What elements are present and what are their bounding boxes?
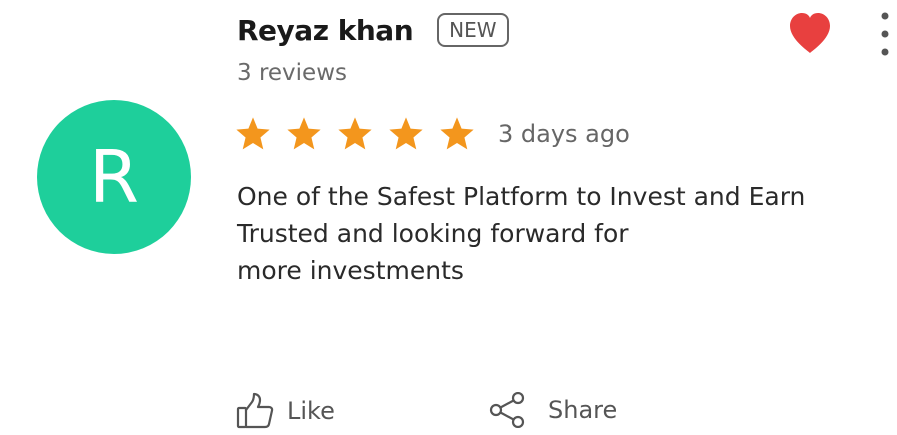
reviewer-header: Reyaz khan NEW [237, 13, 509, 47]
star-rating [234, 115, 476, 153]
star-icon [389, 117, 423, 150]
avatar[interactable]: R [37, 100, 191, 254]
review-line: more investments [237, 256, 464, 285]
new-badge: NEW [437, 13, 509, 47]
like-button[interactable]: Like [235, 392, 335, 430]
avatar-initial: R [88, 135, 140, 219]
thumbs-up-icon [235, 392, 275, 430]
share-icon [488, 392, 528, 428]
review-line: One of the Safest Platform to Invest and… [237, 182, 806, 211]
share-label: Share [548, 396, 618, 424]
review-text: One of the Safest Platform to Invest and… [237, 178, 887, 289]
rating-row: 3 days ago [234, 115, 630, 153]
reviewer-name[interactable]: Reyaz khan [237, 14, 414, 47]
review-line: Trusted and looking forward for [237, 219, 629, 248]
star-icon [287, 117, 321, 150]
star-icon [236, 117, 270, 150]
heart-icon[interactable] [786, 11, 834, 55]
star-icon [440, 117, 474, 150]
review-date: 3 days ago [498, 120, 630, 148]
like-label: Like [287, 397, 335, 425]
more-vertical-icon[interactable] [870, 10, 897, 58]
reviews-count: 3 reviews [237, 60, 347, 86]
review-card: R Reyaz khan NEW 3 reviews 3 days ago On… [0, 0, 897, 435]
share-button[interactable]: Share [488, 392, 617, 428]
star-icon [338, 117, 372, 150]
